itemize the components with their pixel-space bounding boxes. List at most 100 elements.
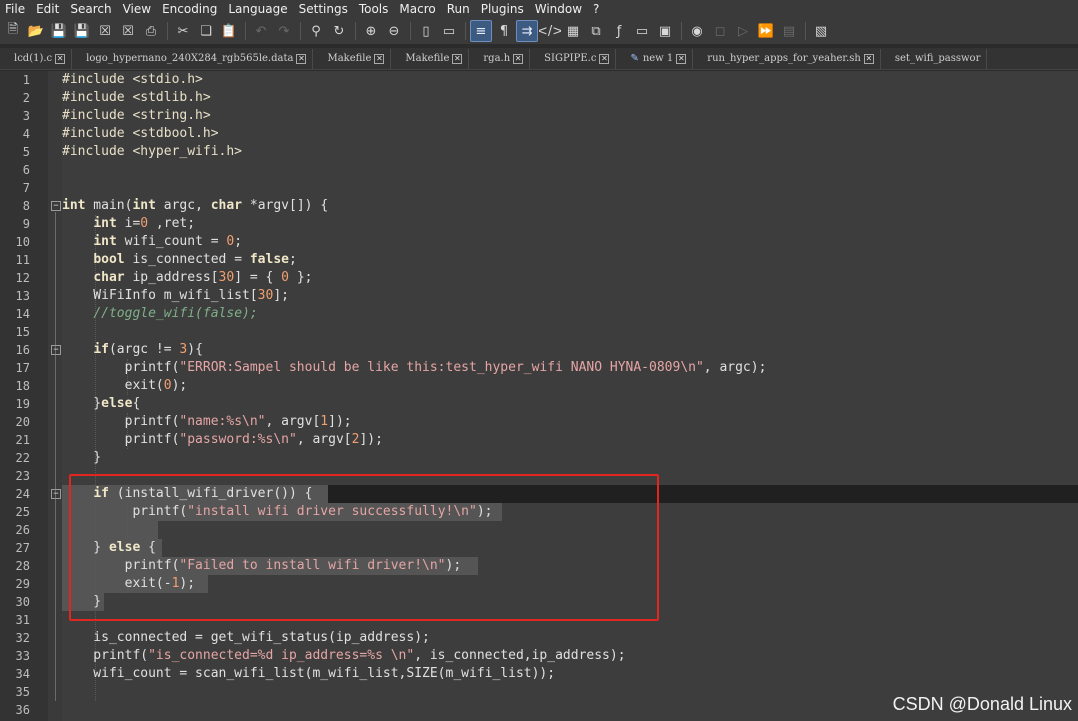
- tab-logo-data[interactable]: logo_hypernano_240X284_rgb565le.data ✕: [72, 48, 314, 69]
- close-icon[interactable]: ✕: [863, 53, 874, 64]
- menu-window[interactable]: Window: [530, 2, 588, 16]
- spell-check-icon[interactable]: ▣: [654, 20, 676, 42]
- open-file-icon[interactable]: 📂: [25, 20, 47, 42]
- menu-search[interactable]: Search: [65, 2, 117, 16]
- tab-new-1[interactable]: ✎ new 1 ✕: [616, 48, 694, 69]
- undo-icon[interactable]: ↶: [250, 20, 272, 42]
- fold-collapse-icon[interactable]: −: [51, 345, 61, 355]
- fold-collapse-icon[interactable]: −: [51, 201, 61, 211]
- word-wrap-icon[interactable]: ≡: [470, 20, 492, 42]
- tab-run-hyper-apps[interactable]: run_hyper_apps_for_yeaher.sh ✕: [693, 48, 881, 69]
- tab-makefile-1[interactable]: Makefile ✕: [313, 48, 392, 69]
- print-icon[interactable]: ⎙: [140, 20, 162, 42]
- menu-plugins[interactable]: Plugins: [476, 2, 530, 16]
- menu-help[interactable]: ?: [588, 2, 605, 16]
- menu-run[interactable]: Run: [442, 2, 476, 16]
- menu-view[interactable]: View: [118, 2, 157, 16]
- menu-settings[interactable]: Settings: [294, 2, 354, 16]
- tab-label: set_wifi_passwor: [894, 53, 981, 64]
- document-map-icon[interactable]: ▦: [562, 20, 584, 42]
- record-macro-icon[interactable]: ◉: [686, 20, 708, 42]
- cut-icon[interactable]: ✂: [172, 20, 194, 42]
- fold-collapse-icon[interactable]: −: [51, 489, 61, 499]
- new-file-icon[interactable]: 🗎: [2, 20, 24, 42]
- tab-label: lcd(1).c: [14, 53, 53, 64]
- line-number: 9: [22, 217, 30, 231]
- line-number: 12: [15, 271, 30, 285]
- close-icon[interactable]: ☒: [94, 20, 116, 42]
- code-line-3: #include <string.h>: [62, 108, 211, 123]
- close-icon[interactable]: ✕: [296, 53, 307, 64]
- line-number: 32: [15, 631, 30, 645]
- save-icon[interactable]: 💾: [48, 20, 70, 42]
- code-line-30: }: [62, 594, 102, 609]
- run-macro-multiple-icon[interactable]: ⏩: [755, 20, 777, 42]
- zoom-in-icon[interactable]: ⊕: [360, 20, 382, 42]
- indent-guide-icon[interactable]: ⇉: [516, 20, 538, 42]
- code-line-9: int i=0 ,ret;: [93, 216, 196, 231]
- tab-lcd-c[interactable]: lcd(1).c ✕: [0, 48, 73, 69]
- code-line-2: #include <stdlib.h>: [62, 90, 211, 105]
- close-icon[interactable]: ✕: [374, 53, 385, 64]
- tab-sigpipe-c[interactable]: SIGPIPE.c ✕: [530, 48, 617, 69]
- tab-label: logo_hypernano_240X284_rgb565le.data: [86, 53, 294, 64]
- menu-macro[interactable]: Macro: [394, 2, 441, 16]
- tab-rga-h[interactable]: rga.h ✕: [469, 48, 531, 69]
- sync-vertical-icon[interactable]: ▯: [415, 20, 437, 42]
- play-macro-icon[interactable]: ▷: [732, 20, 754, 42]
- code-line-16: if(argc != 3){: [93, 342, 203, 357]
- close-icon[interactable]: ✕: [676, 53, 687, 64]
- code-line-25: printf("install wifi driver successfully…: [62, 504, 493, 519]
- pencil-icon: ✎: [630, 53, 639, 64]
- close-icon[interactable]: ✕: [55, 53, 66, 64]
- toolbar: 🗎 📂 💾 💾 ☒ ☒ ⎙ ✂ ❏ 📋 ↶ ↷ ⚲ ↻ ⊕ ⊖ ▯ ▭ ≡ ¶ …: [0, 18, 1078, 44]
- tab-label: new 1: [642, 53, 674, 64]
- line-number: 2: [22, 91, 30, 105]
- close-icon[interactable]: ✕: [452, 53, 463, 64]
- zoom-out-icon[interactable]: ⊖: [383, 20, 405, 42]
- function-list-icon[interactable]: ⧉: [585, 20, 607, 42]
- code-editor[interactable]: 1 2 3 4 5 6 7 8 9 10 11 12 13 14 15 16 1…: [0, 71, 1078, 721]
- menu-edit[interactable]: Edit: [31, 2, 65, 16]
- monitor-icon[interactable]: ▭: [631, 20, 653, 42]
- tab-set-wifi-password[interactable]: set_wifi_passwor: [881, 48, 988, 69]
- save-all-icon[interactable]: 💾: [71, 20, 93, 42]
- sync-horizontal-icon[interactable]: ▭: [438, 20, 460, 42]
- replace-icon[interactable]: ↻: [328, 20, 350, 42]
- tab-makefile-2[interactable]: Makefile ✕: [391, 48, 470, 69]
- line-number: 20: [15, 415, 30, 429]
- show-all-chars-icon[interactable]: ¶: [493, 20, 515, 42]
- code-line-24: if (install_wifi_driver()) {: [93, 486, 313, 501]
- close-icon[interactable]: ✕: [599, 53, 610, 64]
- menu-file[interactable]: File: [0, 2, 31, 16]
- close-icon[interactable]: ✕: [513, 53, 524, 64]
- menu-tools[interactable]: Tools: [354, 2, 395, 16]
- code-line-20: printf("name:%s\n", argv[1]);: [62, 414, 352, 429]
- save-macro-icon[interactable]: ▤: [778, 20, 800, 42]
- line-number: 4: [22, 127, 30, 141]
- code-line-8: int main(int argc, char *argv[]) {: [62, 198, 329, 213]
- line-number: 28: [15, 559, 30, 573]
- code-area[interactable]: #include <stdio.h> #include <stdlib.h> #…: [62, 71, 1078, 721]
- find-icon[interactable]: ⚲: [305, 20, 327, 42]
- folder-workspace-icon[interactable]: ƒ: [608, 20, 630, 42]
- compare-icon[interactable]: ▧: [810, 20, 832, 42]
- close-all-icon[interactable]: ☒: [117, 20, 139, 42]
- code-line-27: } else {: [62, 540, 156, 555]
- code-line-22: }: [62, 450, 102, 465]
- stop-macro-icon[interactable]: ◻: [709, 20, 731, 42]
- copy-icon[interactable]: ❏: [195, 20, 217, 42]
- line-number: 19: [15, 397, 30, 411]
- menu-encoding[interactable]: Encoding: [157, 2, 223, 16]
- document-tabs: lcd(1).c ✕ logo_hypernano_240X284_rgb565l…: [0, 48, 1078, 70]
- paste-icon[interactable]: 📋: [218, 20, 240, 42]
- line-number: 30: [15, 595, 30, 609]
- menu-language[interactable]: Language: [223, 2, 293, 16]
- line-number: 34: [15, 667, 30, 681]
- xml-tag-icon[interactable]: </>: [539, 20, 561, 42]
- line-number: 3: [22, 109, 30, 123]
- code-line-14: //toggle_wifi(false);: [93, 306, 258, 321]
- line-number: 24: [15, 487, 30, 501]
- tab-label: Makefile: [327, 53, 372, 64]
- redo-icon[interactable]: ↷: [273, 20, 295, 42]
